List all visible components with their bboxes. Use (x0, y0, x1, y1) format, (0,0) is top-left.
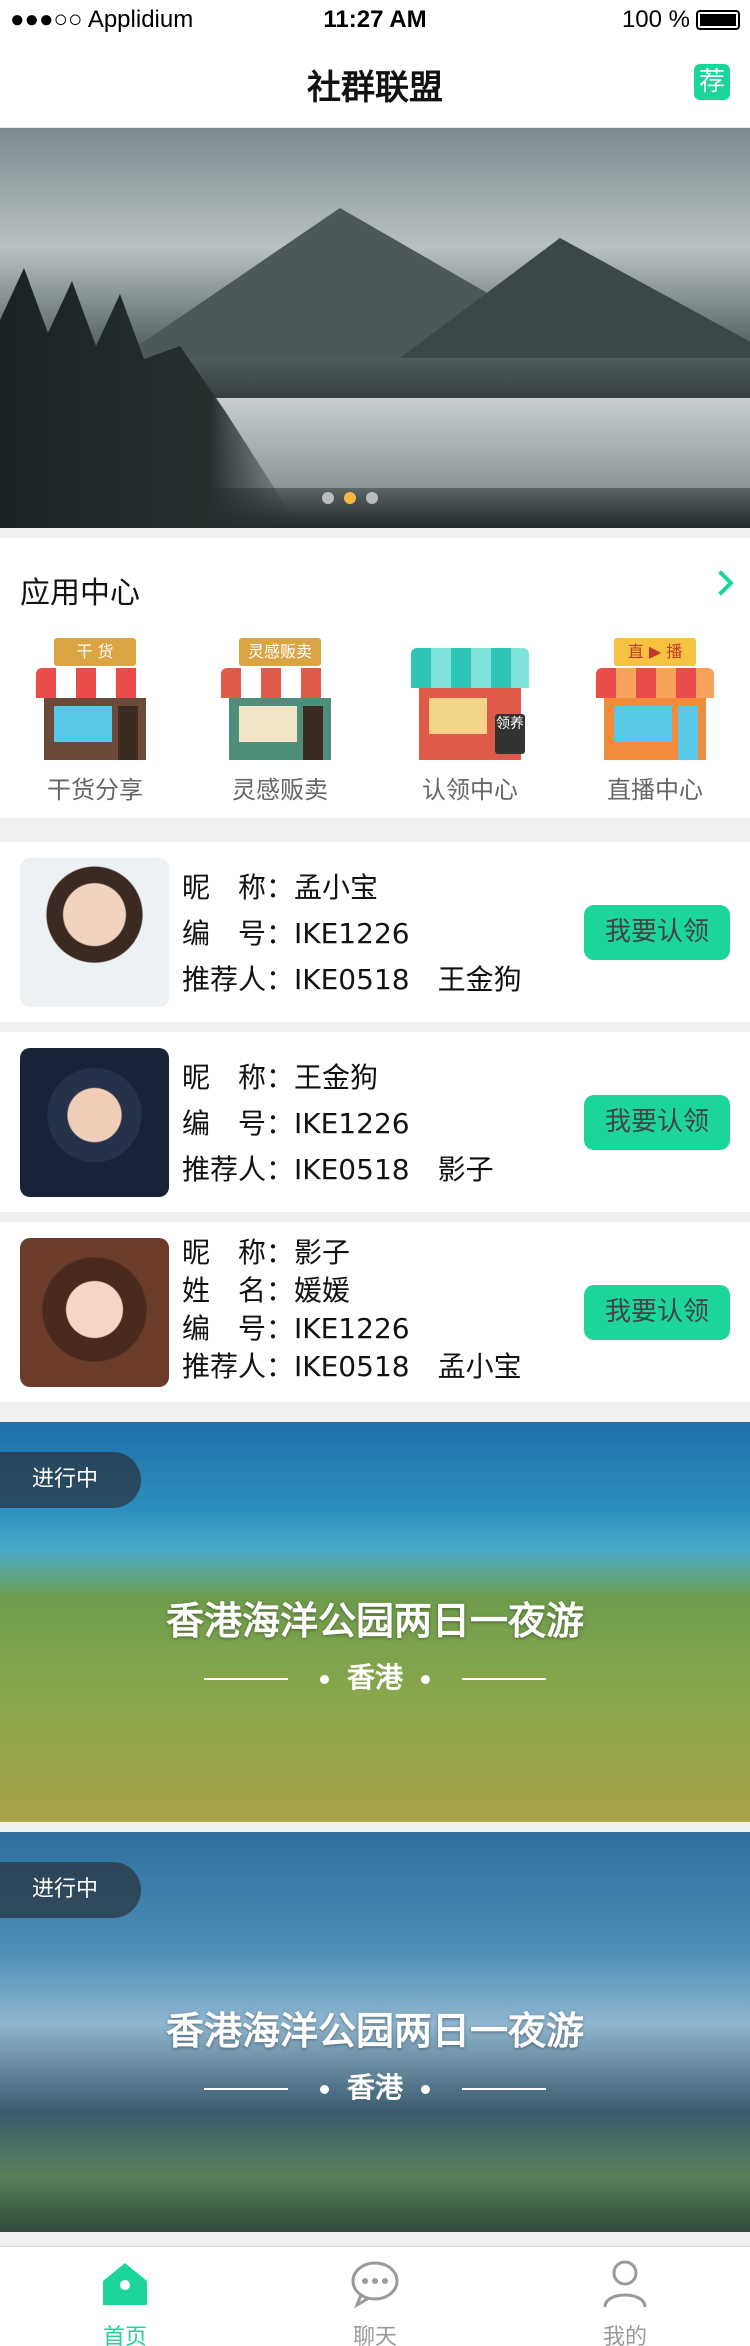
member-nickname: 昵 称：王金狗 (182, 1061, 379, 1094)
banner-mountain (400, 238, 750, 358)
member-referrer: 推荐人：IKE0518 王金狗 (182, 963, 522, 996)
member-card[interactable]: 昵 称：影子 姓 名：媛媛 编 号：IKE1226 推荐人：IKE0518 孟小… (0, 1222, 750, 1402)
carousel-dot[interactable] (322, 492, 334, 504)
member-info: 昵 称：王金狗 编 号：IKE1226 推荐人：IKE0518 影子 (182, 1060, 494, 1188)
shop-sign: 干 货 (54, 638, 136, 666)
activity-title: 香港海洋公园两日一夜游 (165, 2009, 584, 2053)
app-center: 应用中心 干 货 干货分享 灵感贩卖 灵感贩卖 领养 认领中心 直 ▶ 播 直播… (0, 538, 750, 818)
member-referrer: 推荐人：IKE0518 影子 (182, 1153, 494, 1186)
member-number: 编 号：IKE1226 (182, 1107, 410, 1140)
tab-mine[interactable]: 我的 (500, 2257, 750, 2346)
shop-sign: 灵感贩卖 (239, 638, 321, 666)
shop-icon: 领养 (409, 638, 531, 760)
member-info: 昵 称：孟小宝 编 号：IKE1226 推荐人：IKE0518 王金狗 (182, 870, 522, 998)
shop-sign: 领养 (495, 714, 525, 754)
app-center-heading: 应用中心 (20, 576, 140, 611)
member-number: 编 号：IKE1226 (182, 917, 410, 950)
app-item-label: 认领中心 (422, 776, 518, 804)
activity-location-row: 香港 (0, 2066, 750, 2106)
shop-sign: 直 ▶ 播 (614, 638, 696, 666)
status-bar: ●●●○○ Applidium 11:27 AM 100 % (0, 0, 750, 40)
tab-mine-label: 我的 (602, 2325, 647, 2346)
app-item-inspiration[interactable]: 灵感贩卖 灵感贩卖 (205, 638, 355, 805)
member-nickname: 昵 称：影子 (182, 1236, 351, 1269)
activity-card[interactable]: 进行中 香港海洋公园两日一夜游 香港 (0, 1422, 750, 1822)
tab-home-label: 首页 (102, 2325, 147, 2346)
tab-bar: 首页 聊天 我的 (0, 2246, 750, 2346)
user-icon (603, 2260, 647, 2308)
activity-location: 香港 (346, 1661, 403, 1694)
member-referrer: 推荐人：IKE0518 孟小宝 (182, 1350, 522, 1383)
app-item-label: 直播中心 (607, 776, 703, 804)
activity-title: 香港海洋公园两日一夜游 (165, 1599, 584, 1643)
app-item-live-center[interactable]: 直 ▶ 播 直播中心 (580, 638, 730, 805)
app-item-label: 干货分享 (47, 776, 143, 804)
tab-home[interactable]: 首页 (0, 2257, 250, 2346)
app-item-dry-goods[interactable]: 干 货 干货分享 (20, 638, 170, 805)
chat-bubble-icon (351, 2261, 399, 2309)
battery-icon (696, 10, 740, 30)
carousel-dot-active[interactable] (344, 492, 356, 504)
activity-location-row: 香港 (0, 1656, 750, 1696)
carousel-dot[interactable] (366, 492, 378, 504)
banner-carousel[interactable] (0, 128, 750, 528)
member-info: 昵 称：影子 姓 名：媛媛 编 号：IKE1226 推荐人：IKE0518 孟小… (182, 1234, 522, 1386)
chevron-right-icon[interactable] (708, 570, 734, 596)
shop-icon: 直 ▶ 播 (594, 638, 716, 760)
battery-label: 100 % (621, 6, 690, 33)
app-item-label: 灵感贩卖 (232, 776, 328, 804)
activity-status-badge: 进行中 (0, 1452, 141, 1508)
activity-card[interactable]: 进行中 香港海洋公园两日一夜游 香港 (0, 1832, 750, 2232)
member-name: 姓 名：媛媛 (182, 1274, 351, 1307)
claim-button[interactable]: 我要认领 (584, 1095, 730, 1150)
avatar (20, 1048, 169, 1197)
home-icon (103, 2263, 147, 2305)
member-nickname: 昵 称：孟小宝 (182, 871, 379, 904)
activity-location: 香港 (346, 2071, 403, 2104)
nav-bar: 社群联盟 荐 (0, 40, 750, 128)
activity-status-badge: 进行中 (0, 1862, 141, 1918)
shop-icon: 灵感贩卖 (219, 638, 341, 760)
app-item-claim-center[interactable]: 领养 认领中心 (395, 638, 545, 805)
member-card[interactable]: 昵 称：孟小宝 编 号：IKE1226 推荐人：IKE0518 王金狗 我要认领 (0, 842, 750, 1022)
member-number: 编 号：IKE1226 (182, 1312, 410, 1345)
page-title: 社群联盟 (307, 68, 443, 108)
tab-chat-label: 聊天 (352, 2325, 397, 2346)
tab-chat[interactable]: 聊天 (250, 2257, 500, 2346)
claim-button[interactable]: 我要认领 (584, 1285, 730, 1340)
member-card[interactable]: 昵 称：王金狗 编 号：IKE1226 推荐人：IKE0518 影子 我要认领 (0, 1032, 750, 1212)
recommend-button[interactable]: 荐 (694, 64, 730, 100)
shop-icon: 干 货 (34, 638, 156, 760)
carousel-indicator (322, 492, 378, 504)
avatar (20, 1238, 169, 1387)
avatar (20, 858, 169, 1007)
claim-button[interactable]: 我要认领 (584, 905, 730, 960)
